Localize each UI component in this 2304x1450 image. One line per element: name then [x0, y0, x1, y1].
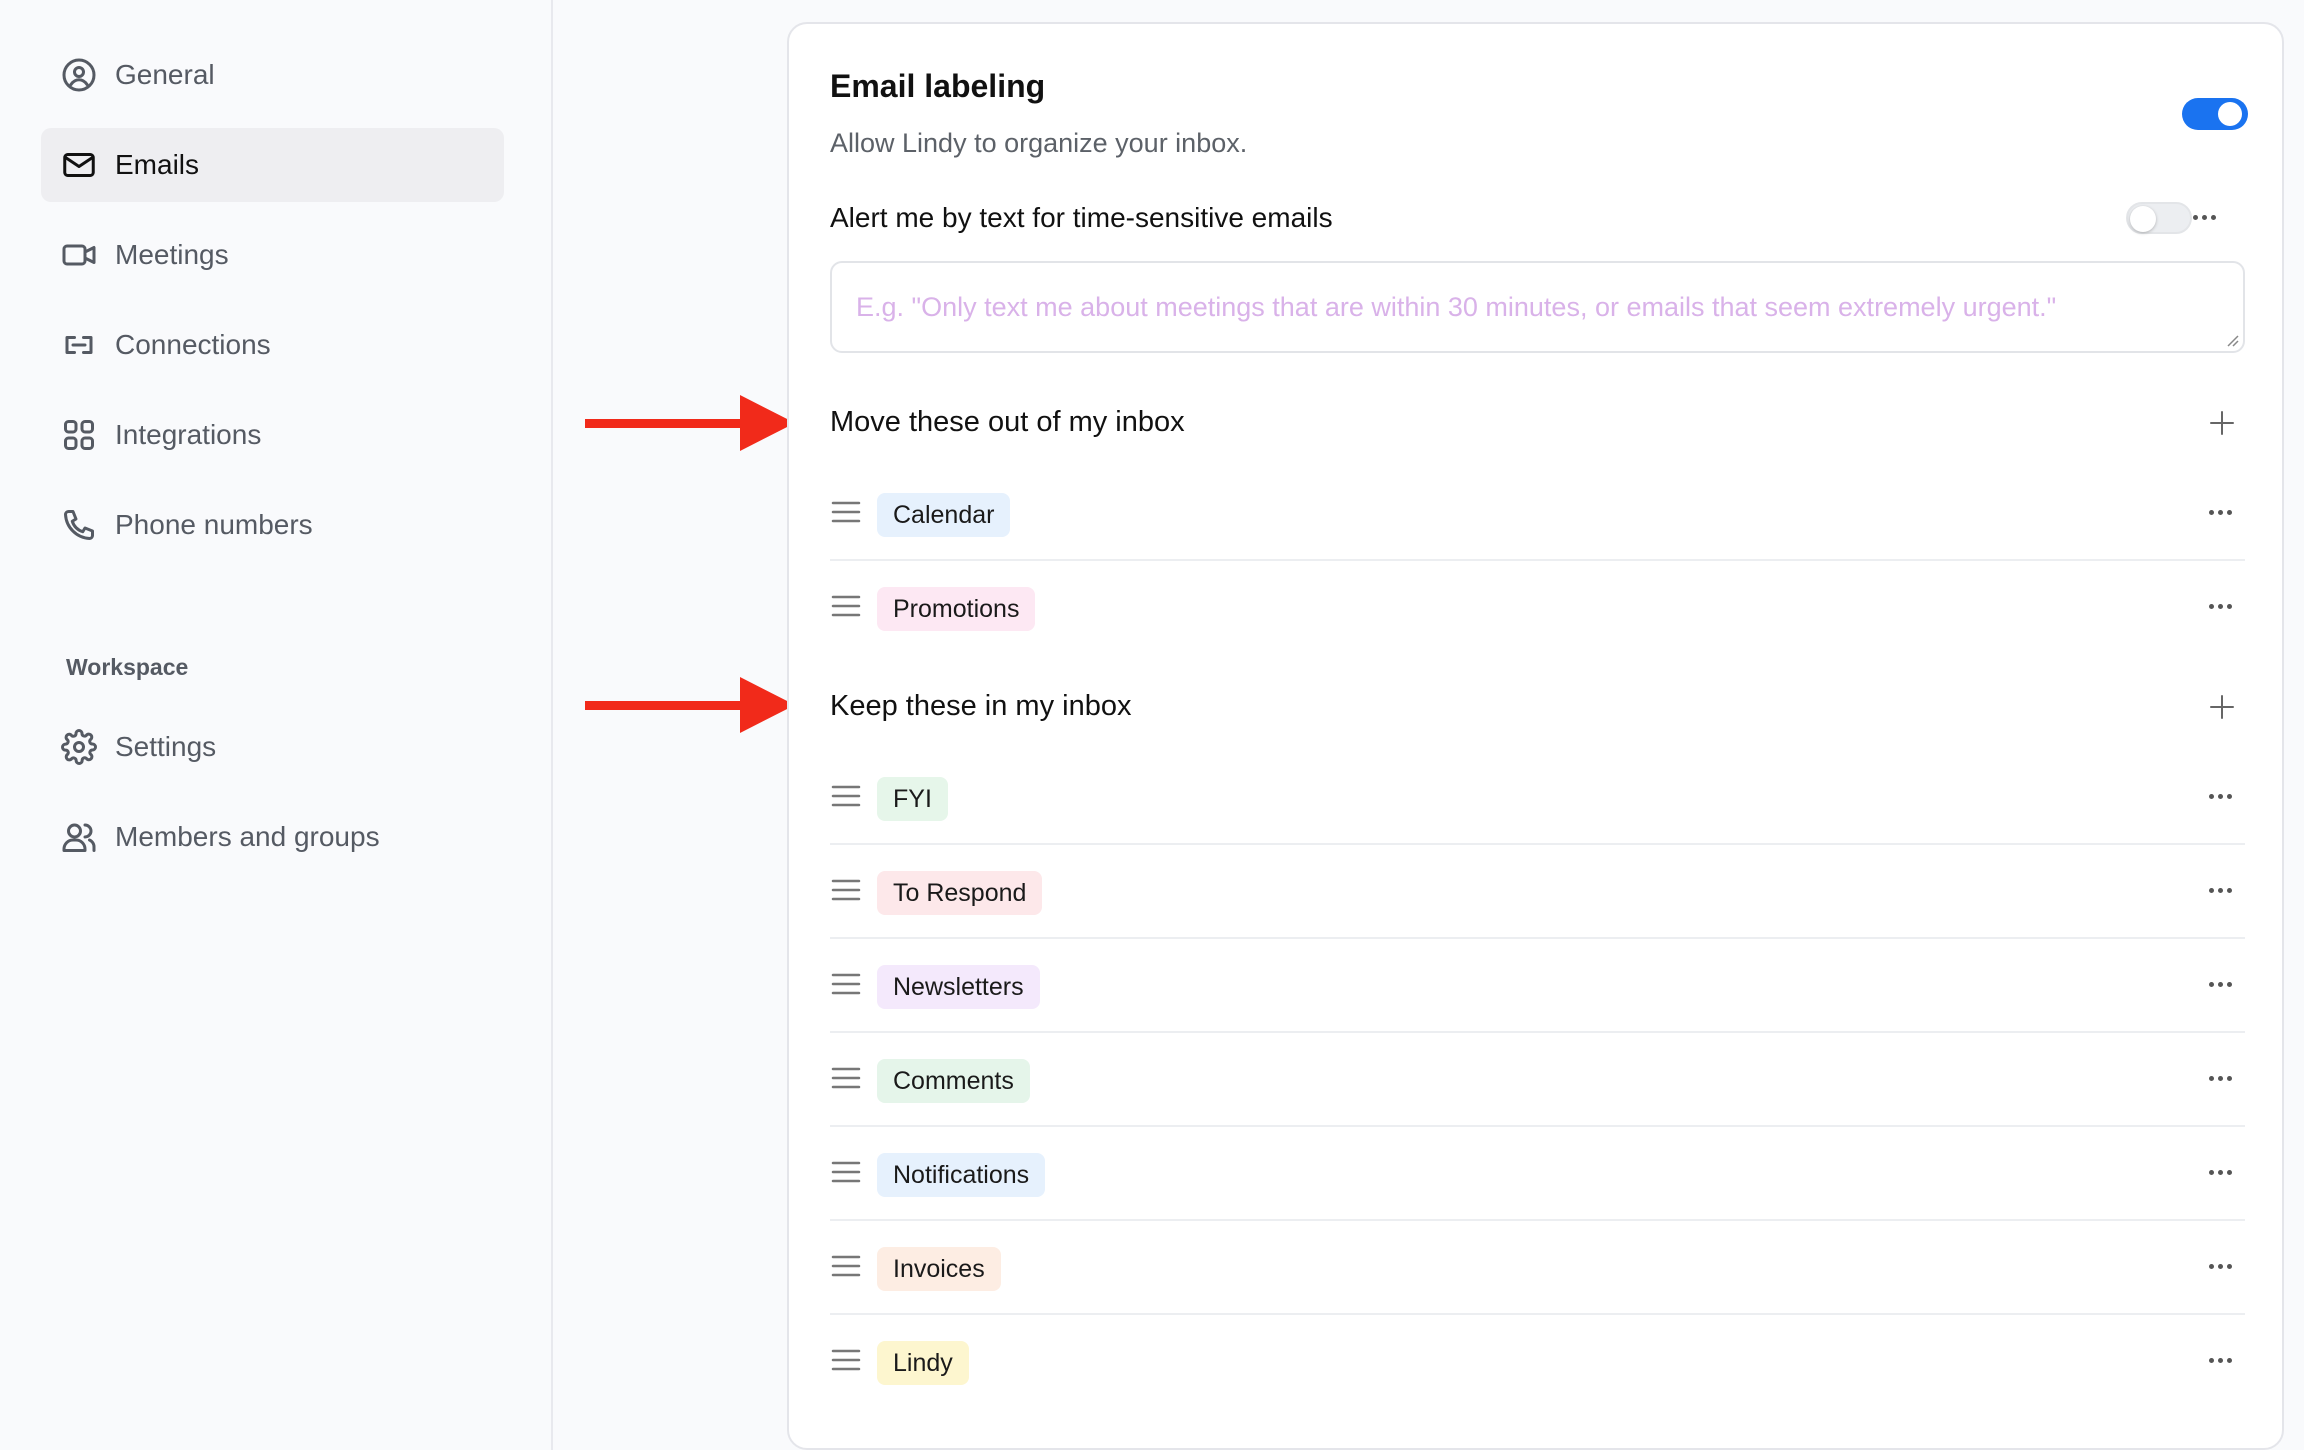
link-icon	[59, 325, 99, 365]
workspace-section-label: Workspace	[66, 654, 189, 680]
row-more-button[interactable]	[2200, 875, 2240, 905]
keep-group-title: Keep these in my inbox	[830, 690, 1132, 722]
drag-handle-icon[interactable]	[830, 1157, 862, 1187]
sidebar: General Emails Meetings Connections Inte…	[0, 0, 553, 1450]
drag-handle-icon[interactable]	[830, 591, 862, 621]
email-labeling-toggle[interactable]	[2182, 98, 2248, 130]
add-move-out-label-icon[interactable]	[2207, 408, 2237, 438]
sidebar-item-meetings[interactable]: Meetings	[41, 218, 504, 292]
label-row-invoices: Invoices	[830, 1221, 2245, 1315]
sidebar-item-label: Integrations	[115, 419, 262, 450]
row-more-button[interactable]	[2200, 781, 2240, 811]
page-subtitle: Allow Lindy to organize your inbox.	[830, 128, 1248, 158]
sidebar-item-integrations[interactable]: Integrations	[41, 398, 504, 472]
toggle-knob	[2130, 206, 2156, 232]
label-row-lindy: Lindy	[830, 1315, 2245, 1409]
annotation-arrow-move-out	[585, 395, 795, 451]
row-more-button[interactable]	[2200, 1251, 2240, 1281]
sidebar-item-general[interactable]: General	[41, 38, 504, 112]
label-chip[interactable]: Notifications	[877, 1153, 1046, 1197]
row-more-button[interactable]	[2200, 1063, 2240, 1093]
alert-more-button[interactable]	[2184, 202, 2224, 232]
label-chip[interactable]: Lindy	[877, 1341, 969, 1385]
label-row-fyi: FYI	[830, 751, 2245, 845]
row-more-button[interactable]	[2200, 1157, 2240, 1187]
toggle-knob	[2218, 102, 2242, 126]
label-chip[interactable]: FYI	[877, 777, 948, 821]
resize-handle-icon[interactable]	[2225, 333, 2239, 347]
drag-handle-icon[interactable]	[830, 781, 862, 811]
label-chip[interactable]: Comments	[877, 1059, 1030, 1103]
row-more-button[interactable]	[2200, 591, 2240, 621]
sidebar-item-label: Members and groups	[115, 821, 380, 852]
drag-handle-icon[interactable]	[830, 1251, 862, 1281]
label-chip[interactable]: Calendar	[877, 493, 1011, 537]
drag-handle-icon[interactable]	[830, 875, 862, 905]
phone-icon	[59, 505, 99, 545]
user-circle-icon	[59, 55, 99, 95]
video-icon	[59, 235, 99, 275]
sidebar-item-settings[interactable]: Settings	[41, 710, 504, 784]
sidebar-item-label: Meetings	[115, 239, 229, 270]
drag-handle-icon[interactable]	[830, 497, 862, 527]
alert-toggle[interactable]	[2126, 202, 2192, 234]
sidebar-item-label: Phone numbers	[115, 509, 313, 540]
label-row-to-respond: To Respond	[830, 845, 2245, 939]
alert-instructions-textarea[interactable]: E.g. "Only text me about meetings that a…	[830, 261, 2245, 353]
sidebar-item-label: Settings	[115, 731, 217, 762]
add-keep-label-icon[interactable]	[2207, 692, 2237, 722]
move-out-group-title: Move these out of my inbox	[830, 406, 1185, 438]
sidebar-item-members-and-groups[interactable]: Members and groups	[41, 800, 504, 874]
drag-handle-icon[interactable]	[830, 1063, 862, 1093]
sidebar-item-label: Connections	[115, 329, 271, 360]
label-chip[interactable]: To Respond	[877, 871, 1043, 915]
sidebar-item-label: Emails	[115, 149, 200, 180]
gear-icon	[59, 727, 99, 767]
sidebar-item-phone-numbers[interactable]: Phone numbers	[41, 488, 504, 562]
label-chip[interactable]: Newsletters	[877, 965, 1040, 1009]
mail-icon	[59, 145, 99, 185]
sidebar-item-label: General	[115, 59, 215, 90]
row-more-button[interactable]	[2200, 497, 2240, 527]
label-row-calendar: Calendar	[830, 467, 2245, 561]
annotation-arrow-keep	[585, 677, 795, 733]
label-chip[interactable]: Promotions	[877, 587, 1036, 631]
page-title: Email labeling	[830, 68, 1046, 104]
label-row-notifications: Notifications	[830, 1127, 2245, 1221]
label-row-promotions: Promotions	[830, 561, 2245, 655]
drag-handle-icon[interactable]	[830, 1345, 862, 1375]
row-more-button[interactable]	[2200, 1345, 2240, 1375]
sidebar-item-connections[interactable]: Connections	[41, 308, 504, 382]
textarea-placeholder: E.g. "Only text me about meetings that a…	[856, 291, 2057, 322]
drag-handle-icon[interactable]	[830, 969, 862, 999]
grid-icon	[59, 415, 99, 455]
sidebar-item-emails[interactable]: Emails	[41, 128, 504, 202]
label-row-comments: Comments	[830, 1033, 2245, 1127]
users-icon	[59, 817, 99, 857]
label-row-newsletters: Newsletters	[830, 939, 2245, 1033]
label-chip[interactable]: Invoices	[877, 1247, 1001, 1291]
email-labeling-card: Email labeling Allow Lindy to organize y…	[787, 22, 2284, 1450]
alert-label: Alert me by text for time-sensitive emai…	[830, 202, 1333, 233]
row-more-button[interactable]	[2200, 969, 2240, 999]
